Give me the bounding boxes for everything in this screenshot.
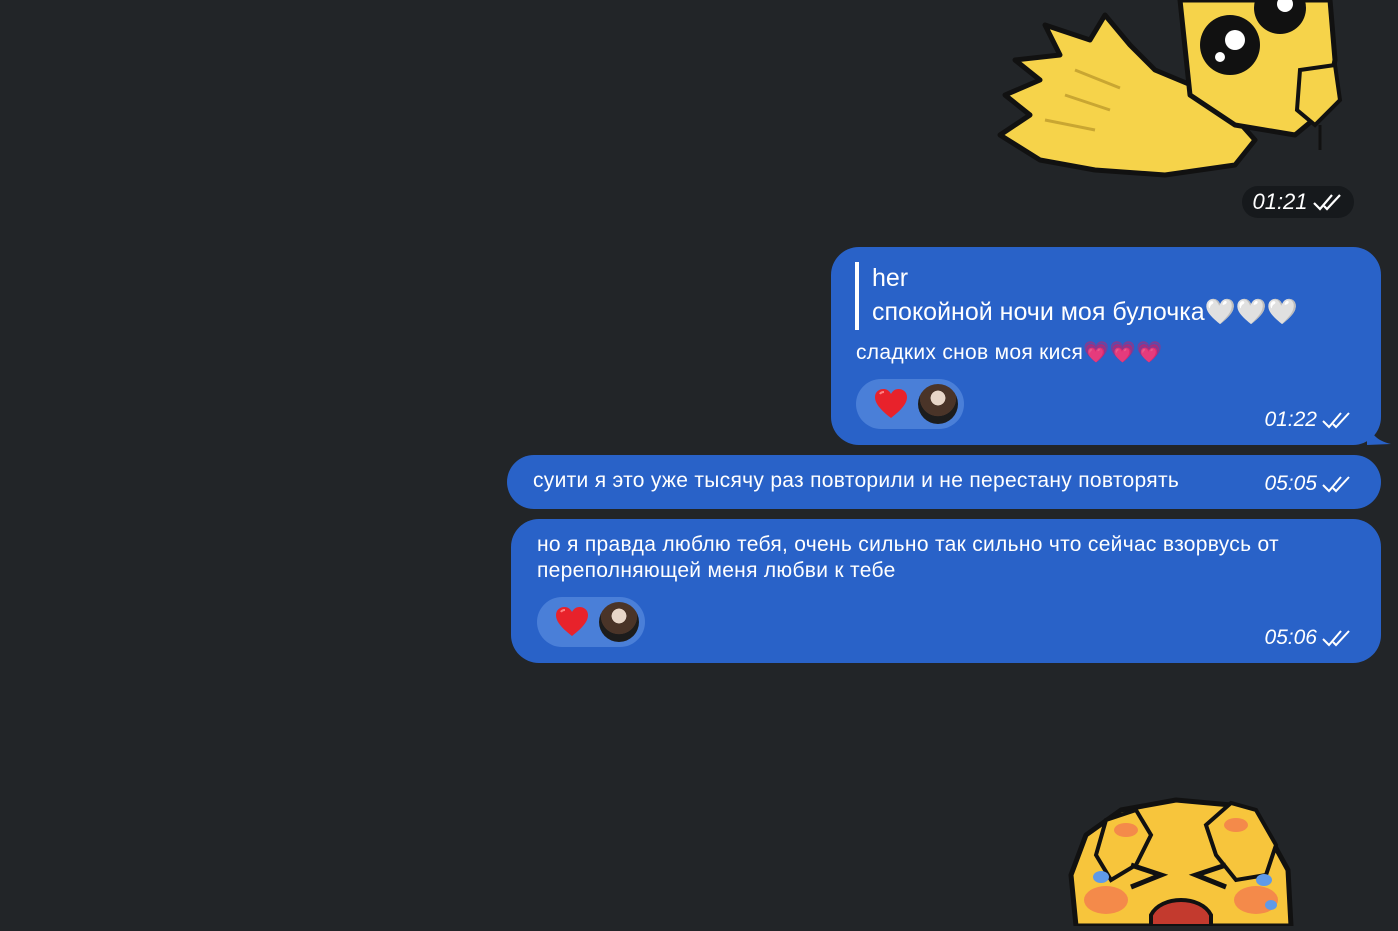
duck-sticker-waving[interactable] xyxy=(985,0,1355,185)
message-time: 05:05 xyxy=(1264,472,1317,495)
heart-reaction-icon[interactable] xyxy=(874,388,908,420)
message-time: 01:22 xyxy=(1264,408,1317,431)
message-meta: 05:05 xyxy=(1264,472,1353,496)
reactor-avatar[interactable] xyxy=(599,602,639,642)
message-bubble-outgoing[interactable]: но я правда люблю тебя, очень сильно так… xyxy=(511,519,1381,663)
message-text: суити я это уже тысячу раз повторили и н… xyxy=(533,469,1180,492)
heart-reaction-icon[interactable] xyxy=(555,606,589,638)
double-check-icon xyxy=(1322,412,1350,429)
reactions-bar[interactable] xyxy=(537,597,645,647)
message-meta: 01:22 xyxy=(1264,408,1353,432)
double-check-icon xyxy=(1322,476,1350,493)
message-time: 05:06 xyxy=(1264,626,1317,649)
message-meta: 05:06 xyxy=(1264,626,1353,650)
reply-text: спокойной ночи моя булочка🤍🤍🤍 xyxy=(872,298,1299,326)
reactor-avatar[interactable] xyxy=(918,384,958,424)
double-check-icon xyxy=(1312,194,1341,211)
crying-duck-sticker[interactable] xyxy=(1066,795,1296,929)
reply-author: her xyxy=(872,264,909,292)
reply-quote[interactable]: her спокойной ночи моя булочка🤍🤍🤍 xyxy=(855,262,1298,330)
message-text: но я правда люблю тебя, очень сильно так… xyxy=(537,533,1279,582)
double-check-icon xyxy=(1322,630,1350,647)
message-bubble-outgoing[interactable]: her спокойной ночи моя булочка🤍🤍🤍 сладки… xyxy=(831,247,1391,445)
bubble-tail xyxy=(1367,419,1391,445)
sticker-time: 01:21 xyxy=(1252,189,1308,214)
reactions-bar[interactable] xyxy=(856,379,964,429)
message-text: сладких снов моя кися💗💗💗 xyxy=(856,341,1163,364)
message-bubble-outgoing[interactable]: суити я это уже тысячу раз повторили и н… xyxy=(507,455,1381,509)
chat-area: 01:21 her спокойной ночи моя булочка🤍🤍🤍 … xyxy=(0,0,1398,929)
sticker-timestamp: 01:21 xyxy=(1242,186,1354,218)
